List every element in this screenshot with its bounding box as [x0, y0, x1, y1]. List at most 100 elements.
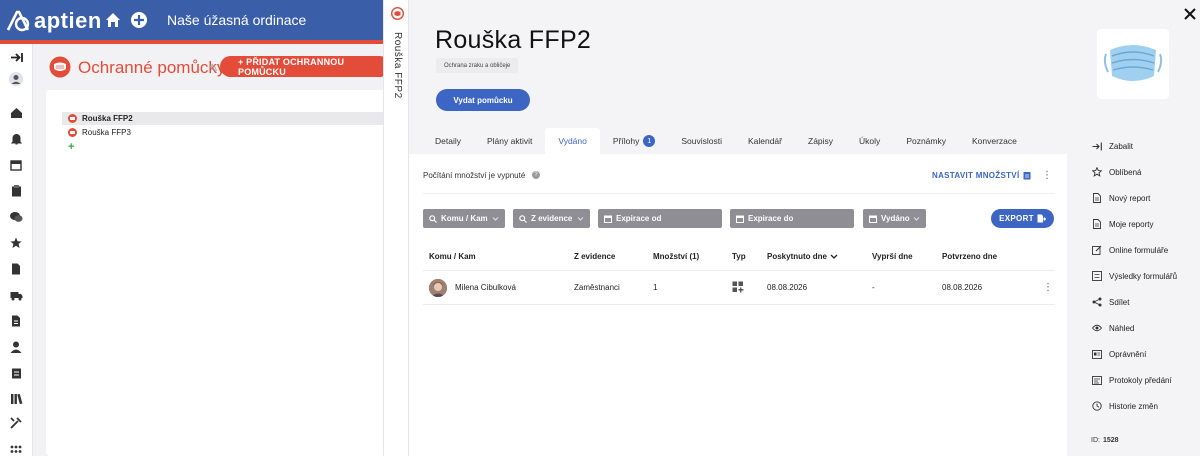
logo-mark-icon	[6, 10, 30, 32]
chat-icon[interactable]	[9, 210, 23, 224]
sort-chevron-down-icon	[830, 254, 838, 259]
column-header-type[interactable]: Typ	[732, 252, 746, 261]
action-online-forms[interactable]: Online formuláře	[1092, 244, 1168, 256]
list-item[interactable]: Rouška FFP2	[62, 112, 386, 125]
help-icon[interactable]: ?	[532, 171, 540, 179]
collapse-icon	[1092, 141, 1102, 151]
action-collapse[interactable]: Zabalit	[1092, 140, 1133, 152]
section-title: Ochranné pomůcky	[78, 58, 226, 77]
column-header-quantity[interactable]: Množství (1)	[653, 252, 699, 261]
close-icon[interactable]	[1183, 7, 1197, 21]
table-row-divider	[423, 304, 1055, 305]
issue-aid-button[interactable]: Vydat pomůcku	[436, 89, 530, 111]
avatar	[429, 279, 447, 297]
action-preview[interactable]: Náhled	[1092, 322, 1134, 334]
user-avatar-icon[interactable]	[9, 72, 23, 86]
tab-calendar[interactable]: Kalendář	[735, 128, 795, 154]
export-file-icon	[1037, 214, 1046, 223]
action-share[interactable]: Sdílet	[1092, 296, 1129, 308]
collapsed-record-strip[interactable]: Rouška FFP2	[383, 0, 409, 456]
star-nav-icon[interactable]	[9, 236, 23, 250]
mask-icon	[68, 114, 77, 123]
filter-issued[interactable]: Vydáno	[863, 209, 926, 228]
action-change-history[interactable]: Historie změn	[1092, 400, 1158, 412]
tab-relations[interactable]: Souvislosti	[668, 128, 735, 154]
search-icon	[429, 214, 437, 223]
filter-expiration-from[interactable]: Expirace od	[598, 209, 722, 228]
filter-expiration-to[interactable]: Expirace do	[730, 209, 854, 228]
handover-icon	[1092, 375, 1102, 385]
action-form-results[interactable]: Výsledky formulářů	[1092, 270, 1177, 282]
tab-records[interactable]: Zápisy	[795, 128, 846, 154]
filter-recipient[interactable]: Komu / Kam	[423, 209, 505, 228]
report-icon	[1092, 219, 1102, 229]
bell-icon[interactable]	[9, 132, 23, 146]
home-icon[interactable]	[104, 11, 122, 29]
action-handover-protocols[interactable]: Protokoly předání	[1092, 374, 1172, 386]
attachments-count-badge: 1	[643, 135, 656, 147]
action-my-reports[interactable]: Moje reporty	[1092, 218, 1153, 230]
logo-text: aptien	[34, 8, 102, 33]
form-edit-icon	[1092, 245, 1102, 255]
tab-details[interactable]: Detaily	[422, 128, 474, 154]
add-circle-icon[interactable]	[130, 11, 148, 29]
person-icon[interactable]	[9, 340, 23, 354]
permissions-icon	[1092, 349, 1102, 359]
filter-evidence[interactable]: Z evidence	[513, 209, 590, 228]
list-item-label: Rouška FFP2	[82, 114, 133, 123]
add-item-plus-icon[interactable]: +	[68, 141, 74, 153]
column-header-confirmed[interactable]: Potvrzeno dne	[942, 252, 997, 261]
task-list-icon[interactable]	[9, 366, 23, 380]
action-permissions[interactable]: Oprávnění	[1092, 348, 1146, 360]
column-header-provided[interactable]: Poskytnuto dne	[767, 252, 838, 261]
column-header-expires[interactable]: Vyprší dne	[872, 252, 913, 261]
chevron-down-icon	[577, 217, 584, 221]
share-icon	[1092, 297, 1102, 307]
product-thumbnail[interactable]	[1097, 29, 1169, 99]
calendar-icon	[869, 215, 877, 223]
table-header-divider	[423, 270, 1055, 271]
tab-conversation[interactable]: Konverzace	[959, 128, 1030, 154]
form-results-icon	[1092, 271, 1102, 281]
more-options-icon[interactable]: ⋮	[1042, 170, 1052, 182]
add-protective-aid-button[interactable]: + PŘIDAT OCHRANNOU POMŮCKU	[220, 56, 390, 77]
grid-add-icon	[732, 281, 744, 293]
set-quantity-button[interactable]: NASTAVIT MNOŽSTVÍ	[932, 171, 1031, 180]
tab-activity-plans[interactable]: Plány aktivit	[474, 128, 545, 154]
edit-pencil-icon[interactable]: ✎	[209, 62, 218, 75]
clipboard-icon[interactable]	[9, 184, 23, 198]
expand-arrow-icon[interactable]	[9, 50, 23, 64]
calendar-nav-icon[interactable]	[9, 158, 23, 172]
tools-icon[interactable]	[9, 416, 23, 430]
apps-grid-icon[interactable]	[9, 442, 23, 456]
star-icon	[1092, 167, 1102, 177]
divider	[423, 193, 1055, 194]
category-chip[interactable]: Ochrana zraku a obličeje	[436, 58, 519, 73]
table-cell-recipient[interactable]: Milena Cibulková	[455, 283, 516, 292]
history-icon	[1092, 401, 1102, 411]
list-item[interactable]: Rouška FFP3	[62, 126, 386, 139]
truck-icon[interactable]	[9, 288, 23, 302]
row-more-options-icon[interactable]: ⋮	[1043, 282, 1053, 294]
calendar-icon	[736, 215, 744, 223]
tab-attachments[interactable]: Přílohy 1	[600, 128, 668, 154]
document-icon[interactable]	[9, 262, 23, 276]
background-list-panel	[46, 90, 386, 456]
column-header-evidence[interactable]: Z evidence	[574, 252, 615, 261]
practice-name[interactable]: Naše úžasná ordinace	[167, 12, 306, 28]
eye-icon	[1092, 323, 1102, 333]
app-logo[interactable]: aptien	[6, 8, 102, 33]
column-header-recipient[interactable]: Komu / Kam	[429, 252, 476, 261]
action-new-report[interactable]: Nový report	[1092, 192, 1150, 204]
chevron-down-icon	[492, 217, 499, 221]
home-nav-icon[interactable]	[9, 106, 23, 120]
top-bar-accent	[0, 40, 383, 44]
report-icon	[1092, 193, 1102, 203]
export-button[interactable]: EXPORT	[991, 209, 1054, 228]
library-icon[interactable]	[9, 392, 23, 406]
tab-tasks[interactable]: Úkoly	[846, 128, 893, 154]
action-favorite[interactable]: Oblíbená	[1092, 166, 1141, 178]
tab-issued[interactable]: Vydáno	[545, 128, 600, 154]
report-nav-icon[interactable]	[9, 314, 23, 328]
tab-notes[interactable]: Poznámky	[893, 128, 959, 154]
